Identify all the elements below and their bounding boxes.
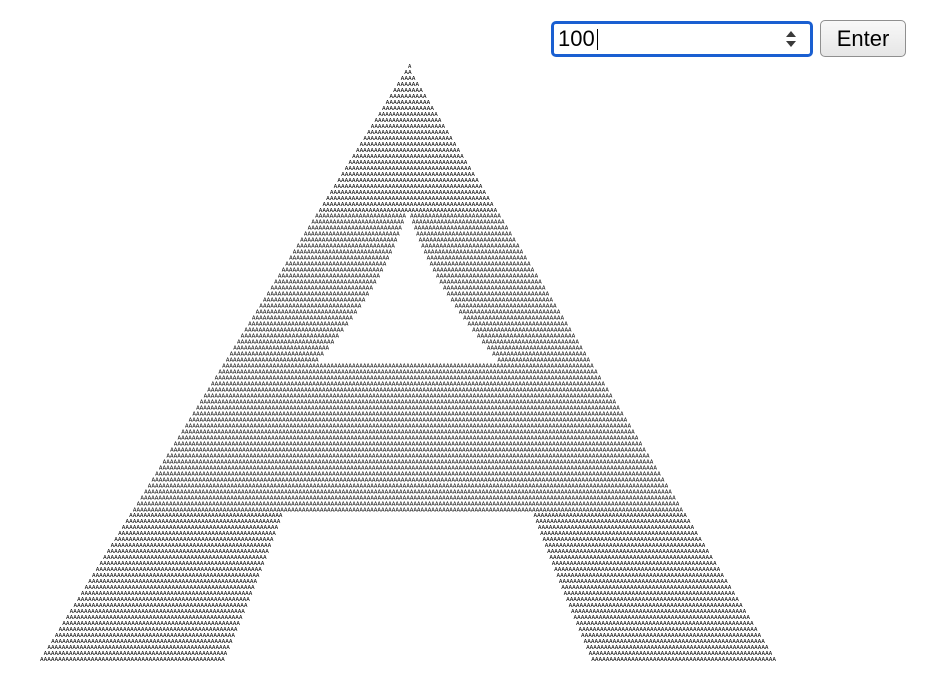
sierpinski-triangle-art: AAAAAAAAAAAAAAAAAAAAAAAAAAAAAAAAAAAAAAAA…	[40, 64, 777, 663]
glyph-row: AAAAAAAAAAAAAAAAAAAAAAAAAAAAAAAAAAAAAAAA…	[591, 657, 776, 663]
glyph-row: AAAAAAAAAAAAAAAAAAAAAAAAAAAAAAAAAAAAAAAA…	[40, 657, 225, 663]
